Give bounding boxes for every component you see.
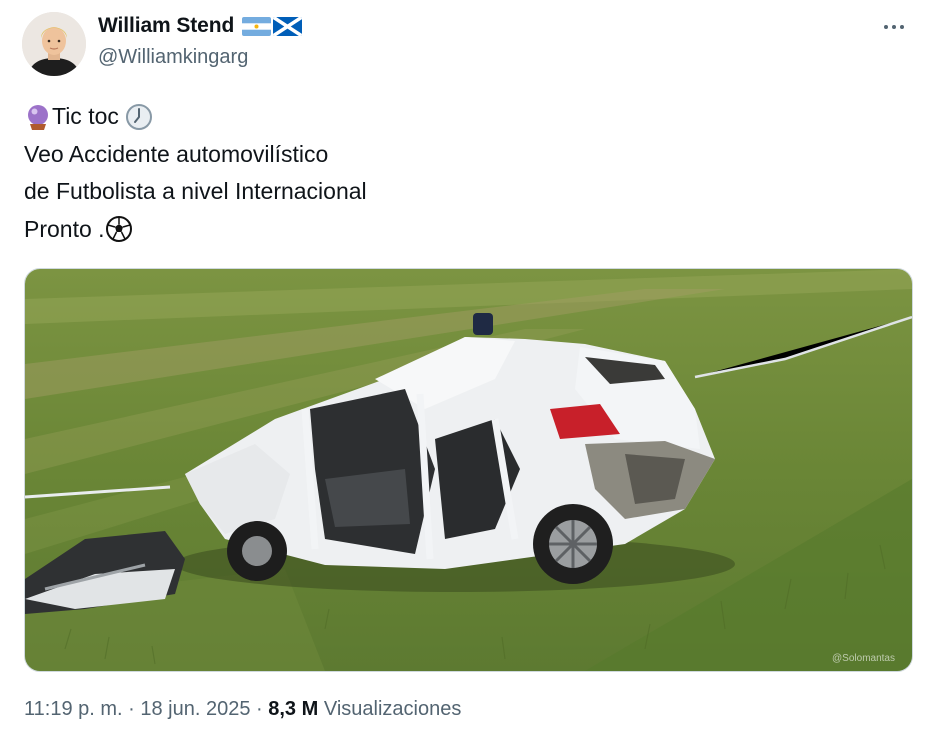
author-name-row[interactable]: William Stend bbox=[98, 14, 303, 38]
tweet-line-2-text: Veo Accidente automovilístico bbox=[24, 140, 329, 167]
tweet-line-1-text: Tic toc bbox=[52, 103, 126, 129]
more-dot bbox=[900, 25, 904, 29]
more-dot bbox=[892, 25, 896, 29]
crystal-ball-icon bbox=[28, 104, 48, 130]
photo-watermark: @Solomantas bbox=[832, 653, 895, 664]
meta-separator: · bbox=[122, 698, 141, 720]
tweet-meta: 11:19 p. m. · 18 jun. 2025 · 8,3 M Visua… bbox=[24, 698, 461, 721]
tweet-line-4-text: Pronto . bbox=[24, 215, 105, 242]
author-flags bbox=[242, 16, 303, 36]
argentina-flag-icon bbox=[242, 16, 272, 36]
tweet-line: Pronto . bbox=[24, 211, 367, 249]
views-label: Visualizaciones bbox=[318, 698, 462, 720]
tweet-date[interactable]: 18 jun. 2025 bbox=[140, 698, 250, 721]
clock-icon bbox=[126, 103, 153, 130]
soccer-ball-icon bbox=[105, 216, 132, 243]
avatar[interactable] bbox=[22, 12, 86, 76]
tweet-line: de Futbolista a nivel Internacional bbox=[24, 173, 367, 211]
author-handle[interactable]: @Williamkingarg bbox=[98, 46, 248, 69]
tweet-text: Tic toc Veo Accidente automovilístico de… bbox=[24, 98, 367, 248]
more-options-button[interactable] bbox=[876, 12, 912, 42]
more-dot bbox=[884, 25, 888, 29]
views-count: 8,3 M bbox=[268, 698, 319, 720]
photo-crashed-car-in-grass: @Solomantas bbox=[25, 269, 912, 671]
tweet-line: Veo Accidente automovilístico bbox=[24, 136, 367, 174]
meta-separator: · bbox=[250, 698, 269, 720]
tweet-line-3-text: de Futbolista a nivel Internacional bbox=[24, 178, 367, 204]
avatar-image bbox=[22, 12, 86, 76]
scotland-flag-icon bbox=[273, 16, 303, 36]
author-display-name[interactable]: William Stend bbox=[98, 14, 234, 38]
tweet-line: Tic toc bbox=[24, 98, 367, 136]
tweet-photo[interactable]: @Solomantas bbox=[24, 268, 913, 672]
tweet-time[interactable]: 11:19 p. m. bbox=[24, 698, 123, 721]
